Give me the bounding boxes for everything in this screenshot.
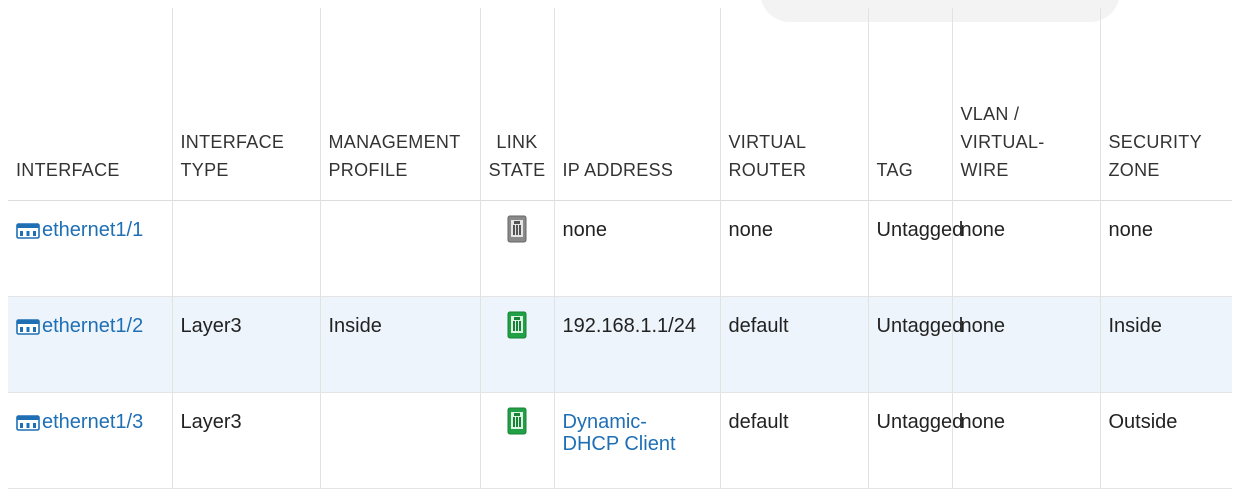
interface-cell[interactable]: ethernet1/3 bbox=[16, 411, 143, 433]
security-zone-cell: none bbox=[1099, 200, 1232, 297]
table-row[interactable]: ethernet1/2 Layer3 Inside 192.168.1.1/24… bbox=[8, 296, 1232, 393]
column-header-interface[interactable]: INTERFACE bbox=[8, 8, 172, 201]
interface-type-cell bbox=[171, 200, 320, 297]
column-header-security-zone[interactable]: SECURITY ZONE bbox=[1099, 8, 1232, 201]
interfaces-table: INTERFACE INTERFACE TYPE MANAGEMENT PROF… bbox=[8, 8, 1232, 489]
security-zone-cell: Inside bbox=[1099, 296, 1232, 393]
column-header-tag[interactable]: TAG bbox=[867, 8, 952, 201]
ethernet-port-icon bbox=[16, 415, 40, 431]
ip-address-link[interactable]: Dynamic-DHCP Client bbox=[563, 411, 683, 455]
link-state-cell bbox=[479, 392, 554, 489]
management-profile-cell: Inside bbox=[319, 296, 480, 393]
interface-type-cell: Layer3 bbox=[171, 392, 320, 489]
virtual-router-cell: none bbox=[719, 200, 868, 297]
vlan-virtual-wire-cell: none bbox=[951, 200, 1100, 297]
link-up-icon bbox=[507, 311, 527, 339]
vlan-virtual-wire-cell: none bbox=[951, 392, 1100, 489]
column-header-management-profile[interactable]: MANAGEMENT PROFILE bbox=[319, 8, 480, 201]
ethernet-port-icon bbox=[16, 319, 40, 335]
column-header-virtual-router[interactable]: VIRTUAL ROUTER bbox=[719, 8, 868, 201]
ip-address-cell: none bbox=[553, 200, 720, 297]
tag-cell: Untagged bbox=[867, 296, 963, 393]
table-row[interactable]: ethernet1/1 none none Untagged none none bbox=[8, 200, 1232, 297]
column-header-link-state[interactable]: LINK STATE bbox=[479, 8, 554, 201]
virtual-router-cell: default bbox=[719, 392, 868, 489]
interface-link[interactable]: ethernet1/2 bbox=[42, 315, 143, 337]
tag-cell: Untagged bbox=[867, 200, 963, 297]
tag-cell: Untagged bbox=[867, 392, 963, 489]
column-header-interface-type[interactable]: INTERFACE TYPE bbox=[171, 8, 320, 201]
management-profile-cell bbox=[319, 392, 480, 489]
interface-link[interactable]: ethernet1/1 bbox=[42, 219, 143, 241]
column-header-ip-address[interactable]: IP ADDRESS bbox=[553, 8, 720, 201]
column-header-vlan-virtual-wire[interactable]: VLAN / VIRTUAL-WIRE bbox=[951, 8, 1100, 201]
link-down-icon bbox=[507, 215, 527, 243]
link-up-icon bbox=[507, 407, 527, 435]
security-zone-cell: Outside bbox=[1099, 392, 1232, 489]
ip-address-cell: 192.168.1.1/24 bbox=[553, 296, 720, 393]
vlan-virtual-wire-cell: none bbox=[951, 296, 1100, 393]
interface-link[interactable]: ethernet1/3 bbox=[42, 411, 143, 433]
ethernet-port-icon bbox=[16, 223, 40, 239]
table-header-row: INTERFACE INTERFACE TYPE MANAGEMENT PROF… bbox=[8, 8, 1232, 201]
virtual-router-cell: default bbox=[719, 296, 868, 393]
link-state-cell bbox=[479, 296, 554, 393]
management-profile-cell bbox=[319, 200, 480, 297]
table-row[interactable]: ethernet1/3 Layer3 Dynamic-DHCP Client d… bbox=[8, 392, 1232, 489]
interface-cell[interactable]: ethernet1/1 bbox=[16, 219, 143, 241]
interface-cell[interactable]: ethernet1/2 bbox=[16, 315, 143, 337]
interface-type-cell: Layer3 bbox=[171, 296, 320, 393]
ip-address-cell: Dynamic-DHCP Client bbox=[553, 392, 720, 489]
link-state-cell bbox=[479, 200, 554, 297]
